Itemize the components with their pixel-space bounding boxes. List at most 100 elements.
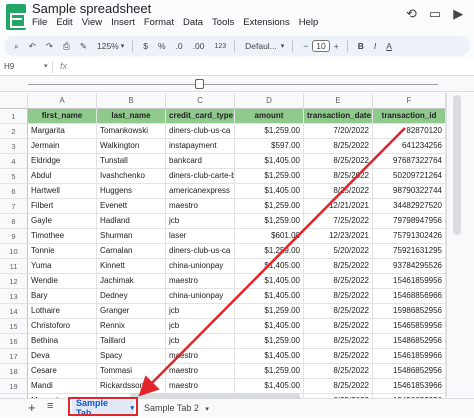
table-cell[interactable]: 7/25/2022	[304, 214, 373, 229]
table-cell[interactable]: $1,405.00	[235, 289, 304, 304]
chevron-down-icon[interactable]: ▾	[281, 42, 285, 50]
table-cell[interactable]: 8/25/2022	[304, 169, 373, 184]
table-cell[interactable]: $1,405.00	[235, 349, 304, 364]
comment-icon[interactable]: ▭	[429, 6, 441, 22]
table-cell[interactable]: 15486852956	[373, 334, 446, 349]
table-cell[interactable]: 82870120	[373, 124, 446, 139]
row-header[interactable]: 6	[0, 184, 28, 199]
table-cell[interactable]: 8/25/2022	[304, 184, 373, 199]
chevron-down-icon[interactable]: ▾	[44, 62, 48, 70]
table-cell[interactable]: 79798947956	[373, 214, 446, 229]
slider-handle[interactable]	[195, 79, 204, 89]
menu-view[interactable]: View	[82, 17, 102, 28]
header-cell-d[interactable]: amount	[235, 109, 304, 124]
menu-file[interactable]: File	[32, 17, 47, 28]
table-cell[interactable]: diners-club-us-ca	[166, 244, 235, 259]
percent-button[interactable]: %	[158, 41, 166, 51]
table-cell[interactable]: Filbert	[28, 199, 97, 214]
table-cell[interactable]: Huggens	[97, 184, 166, 199]
column-header-d[interactable]: D	[235, 93, 304, 109]
scrollbar-thumb[interactable]	[453, 95, 461, 235]
table-cell[interactable]: $1,405.00	[235, 379, 304, 394]
column-header-e[interactable]: E	[304, 93, 373, 109]
table-cell[interactable]: maestro	[166, 349, 235, 364]
table-cell[interactable]: 8/25/2022	[304, 319, 373, 334]
table-cell[interactable]: 8/25/2022	[304, 139, 373, 154]
table-cell[interactable]: 15461859956	[373, 274, 446, 289]
row-header[interactable]: 8	[0, 214, 28, 229]
table-cell[interactable]: Hartwell	[28, 184, 97, 199]
table-cell[interactable]: Rickardsson	[97, 379, 166, 394]
table-cell[interactable]: Jachimak	[97, 274, 166, 289]
table-cell[interactable]: Tommasi	[97, 364, 166, 379]
table-cell[interactable]: 97687322764	[373, 154, 446, 169]
add-sheet-button[interactable]: +	[28, 400, 36, 415]
table-cell[interactable]: $1,259.00	[235, 244, 304, 259]
table-cell[interactable]: 8/25/2022	[304, 334, 373, 349]
table-cell[interactable]: Timothee	[28, 229, 97, 244]
table-cell[interactable]: Eldridge	[28, 154, 97, 169]
table-cell[interactable]: jcb	[166, 214, 235, 229]
table-cell[interactable]: $1,259.00	[235, 169, 304, 184]
row-header[interactable]: 16	[0, 334, 28, 349]
paint-format-icon[interactable]: ✎	[80, 41, 87, 52]
table-cell[interactable]: 75791302426	[373, 229, 446, 244]
menu-format[interactable]: Format	[144, 17, 174, 28]
table-cell[interactable]: Rennix	[97, 319, 166, 334]
table-cell[interactable]: 12/21/2021	[304, 199, 373, 214]
table-cell[interactable]: china-unionpay	[166, 289, 235, 304]
font-size-increase-button[interactable]: +	[334, 41, 339, 51]
row-header[interactable]: 9	[0, 229, 28, 244]
table-cell[interactable]: Tomankowski	[97, 124, 166, 139]
table-cell[interactable]: Carnalan	[97, 244, 166, 259]
table-cell[interactable]: Granger	[97, 304, 166, 319]
menu-extensions[interactable]: Extensions	[243, 17, 289, 28]
row-header[interactable]: 14	[0, 304, 28, 319]
font-size-decrease-button[interactable]: −	[303, 41, 308, 51]
column-header-c[interactable]: C	[166, 93, 235, 109]
table-cell[interactable]: 15465859956	[373, 319, 446, 334]
row-header[interactable]: 10	[0, 244, 28, 259]
table-cell[interactable]: 98790322744	[373, 184, 446, 199]
table-cell[interactable]: Mandi	[28, 379, 97, 394]
sheets-logo-icon[interactable]	[6, 4, 26, 30]
bold-button[interactable]: B	[358, 41, 364, 51]
increase-decimal-button[interactable]: .00	[193, 41, 205, 51]
table-cell[interactable]: $1,259.00	[235, 124, 304, 139]
table-cell[interactable]: china-unionpay	[166, 259, 235, 274]
table-cell[interactable]: instapayment	[166, 139, 235, 154]
table-cell[interactable]: 8/25/2022	[304, 259, 373, 274]
row-header[interactable]: 7	[0, 199, 28, 214]
document-title[interactable]: Sample spreadsheet	[32, 1, 151, 16]
number-format-button[interactable]: 123	[214, 43, 226, 50]
table-cell[interactable]: 8/25/2022	[304, 349, 373, 364]
table-cell[interactable]: 8/25/2022	[304, 364, 373, 379]
redo-icon[interactable]: ↷	[46, 41, 53, 52]
table-cell[interactable]: $1,405.00	[235, 319, 304, 334]
table-cell[interactable]: 15461853966	[373, 379, 446, 394]
history-icon[interactable]: ⟲	[406, 6, 417, 22]
all-sheets-button[interactable]: ≡	[47, 400, 53, 412]
table-cell[interactable]: Shurman	[97, 229, 166, 244]
table-cell[interactable]: Cesare	[28, 364, 97, 379]
header-cell-b[interactable]: last_name	[97, 109, 166, 124]
row-header[interactable]: 11	[0, 259, 28, 274]
header-cell-a[interactable]: first_name	[28, 109, 97, 124]
table-cell[interactable]: laser	[166, 229, 235, 244]
zoom-select[interactable]: 125%	[97, 41, 119, 51]
header-cell-c[interactable]: credit_card_type	[166, 109, 235, 124]
table-cell[interactable]: Evenett	[97, 199, 166, 214]
column-header-b[interactable]: B	[97, 93, 166, 109]
column-header-f[interactable]: F	[373, 93, 446, 109]
table-cell[interactable]: Jermain	[28, 139, 97, 154]
table-cell[interactable]: bankcard	[166, 154, 235, 169]
table-cell[interactable]: diners-club-us-ca	[166, 124, 235, 139]
table-cell[interactable]: 8/25/2022	[304, 379, 373, 394]
table-cell[interactable]: Abdul	[28, 169, 97, 184]
table-cell[interactable]: 15986852956	[373, 304, 446, 319]
table-cell[interactable]: 641234256	[373, 139, 446, 154]
table-cell[interactable]: Spacy	[97, 349, 166, 364]
table-cell[interactable]: Tunstall	[97, 154, 166, 169]
table-cell[interactable]: $1,259.00	[235, 304, 304, 319]
table-cell[interactable]: maestro	[166, 379, 235, 394]
